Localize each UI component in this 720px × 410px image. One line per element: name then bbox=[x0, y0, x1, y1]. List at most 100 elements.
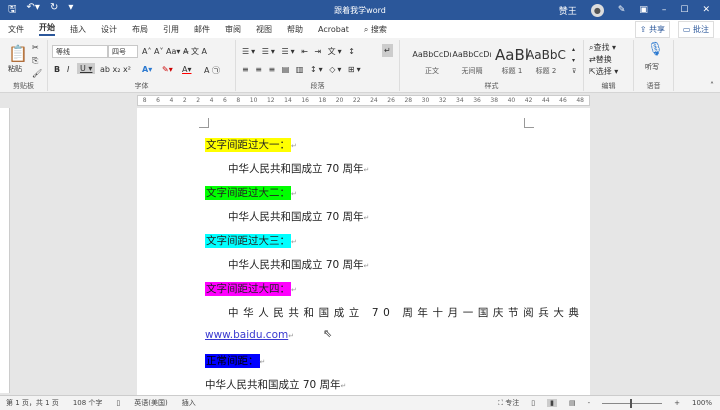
hyperlink[interactable]: www.baidu.com bbox=[205, 329, 288, 341]
highlight-icon[interactable]: ✎▾ bbox=[162, 65, 173, 74]
comment-label: 批注 bbox=[693, 25, 709, 34]
ribbon-tabs: 文件 开始 插入 设计 布局 引用 邮件 审阅 视图 帮助 Acrobat ⌕ … bbox=[0, 20, 720, 38]
char-shading-icon[interactable]: A ㉠ bbox=[204, 65, 220, 76]
doc-heading[interactable]: 文字间距过大三：↵ bbox=[205, 233, 297, 248]
doc-paragraph[interactable]: 中华人民共和国成立 70 周年↵ bbox=[228, 209, 369, 224]
maximize-button[interactable]: ☐ bbox=[680, 5, 688, 15]
tab-acrobat[interactable]: Acrobat bbox=[318, 25, 349, 34]
paste-button[interactable]: 粘贴 bbox=[8, 64, 22, 74]
microphone-icon[interactable]: 🎙 bbox=[647, 42, 664, 57]
doc-link-line[interactable]: www.baidu.com↵ bbox=[205, 329, 294, 341]
focus-button[interactable]: ⛶ 专注 bbox=[498, 398, 519, 408]
ribbon-display-icon[interactable]: ▣ bbox=[639, 5, 648, 15]
document-page[interactable]: 文字间距过大一：↵ 中华人民共和国成立 70 周年↵ 文字间距过大二：↵ 中华人… bbox=[137, 108, 590, 395]
comment-button[interactable]: ▭ 批注 bbox=[677, 21, 714, 38]
style-heading-2[interactable]: AaBbC 标题 2 bbox=[522, 44, 570, 76]
text-effects-icon[interactable]: A▾ bbox=[142, 65, 152, 74]
collapse-ribbon-icon[interactable]: ˄ bbox=[710, 81, 714, 90]
redo-icon[interactable]: ↻ bbox=[50, 2, 58, 19]
web-layout-icon[interactable]: ▤ bbox=[569, 399, 576, 407]
doc-heading[interactable]: 正常间距：↵ bbox=[205, 353, 265, 368]
user-name[interactable]: 赞王 bbox=[559, 4, 577, 17]
word-count[interactable]: 108 个字 bbox=[73, 398, 103, 408]
doc-paragraph[interactable]: 中华人民共和国成立 70 周年↵ bbox=[228, 161, 369, 176]
print-layout-icon[interactable]: ▮ bbox=[547, 399, 557, 407]
tab-file[interactable]: 文件 bbox=[8, 24, 24, 35]
paragraph-text: 中华人民共和国成立 70 周年十月一国庆节阅兵大典 bbox=[228, 307, 584, 319]
format-painter-icon[interactable]: 🖌 bbox=[32, 69, 42, 78]
voice-group: 🎙 听写 语音 bbox=[634, 40, 674, 91]
doc-paragraph[interactable]: 中华人民共和国成立 70 周年↵ bbox=[205, 377, 346, 392]
customize-icon[interactable]: ▾ bbox=[68, 2, 73, 19]
select-button[interactable]: ⇱选择 ▾ bbox=[589, 66, 618, 77]
proofing-icon[interactable]: ▯ bbox=[116, 399, 120, 407]
zoom-out-button[interactable]: - bbox=[588, 399, 591, 407]
zoom-in-button[interactable]: + bbox=[674, 399, 680, 407]
page-count[interactable]: 第 1 页，共 1 页 bbox=[6, 398, 59, 408]
tab-mailings[interactable]: 邮件 bbox=[194, 24, 210, 35]
bold-button[interactable]: B bbox=[54, 65, 60, 74]
show-marks-icon[interactable]: ↵ bbox=[382, 44, 393, 57]
highlighted-text: 文字间距过大四： bbox=[205, 282, 291, 296]
italic-button[interactable]: I bbox=[67, 65, 69, 74]
doc-heading[interactable]: 文字间距过大四：↵ bbox=[205, 281, 297, 296]
select-label: 选择 bbox=[595, 67, 612, 76]
paragraph-text: 中华人民共和国成立 70 周年 bbox=[228, 211, 364, 223]
voice-label: 语音 bbox=[646, 82, 661, 90]
read-mode-icon[interactable]: ▯ bbox=[531, 399, 535, 407]
pen-icon[interactable]: ✎ bbox=[618, 5, 626, 15]
underline-button[interactable]: U ▾ bbox=[77, 63, 96, 74]
find-label: 查找 bbox=[593, 43, 610, 52]
font-color-icon[interactable]: A▾ bbox=[182, 65, 192, 74]
tab-layout[interactable]: 布局 bbox=[132, 24, 148, 35]
zoom-level[interactable]: 100% bbox=[692, 399, 712, 407]
style-preview: AaBbC bbox=[526, 48, 566, 62]
tab-design[interactable]: 设计 bbox=[101, 24, 117, 35]
vertical-ruler[interactable] bbox=[0, 108, 10, 393]
paste-icon[interactable]: 📋 bbox=[8, 44, 28, 63]
styles-scroll[interactable]: ▴ ▾ ⊽ bbox=[572, 44, 576, 77]
replace-button[interactable]: ⇄替换 bbox=[589, 54, 612, 65]
doc-paragraph[interactable]: 中华人民共和国成立 70 周年十月一国庆节阅兵大典 bbox=[228, 305, 584, 320]
clipboard-label: 剪贴板 bbox=[13, 82, 34, 90]
styles-group: AaBbCcDı 正文 AaBbCcDı 无间隔 AaBl 标题 1 AaBbC 标题 … bbox=[400, 40, 584, 91]
tab-view[interactable]: 视图 bbox=[256, 24, 272, 35]
doc-paragraph[interactable]: 中华人民共和国成立 70 周年↵ bbox=[228, 257, 369, 272]
list-icons[interactable]: ☰▾ ☰▾ ☰▾ ⇤ ⇥ 文▾ ↕ bbox=[242, 46, 357, 57]
minimize-button[interactable]: – bbox=[662, 5, 667, 15]
share-button[interactable]: ⇪ 共享 bbox=[634, 21, 670, 38]
font-size-select[interactable]: 四号 bbox=[108, 45, 138, 58]
tab-review[interactable]: 审阅 bbox=[225, 24, 241, 35]
tab-home[interactable]: 开始 bbox=[39, 22, 55, 36]
insert-mode[interactable]: 插入 bbox=[182, 398, 196, 408]
search-label: 搜索 bbox=[370, 24, 387, 34]
search-box[interactable]: ⌕ 搜索 bbox=[364, 24, 387, 35]
clipboard-group: 📋 粘贴 ✂ ⎘ 🖌 剪贴板 bbox=[0, 40, 48, 91]
font-label: 字体 bbox=[134, 82, 149, 90]
grow-font-icon[interactable]: A˄ A˅ Aa▾ A̶ 文 A bbox=[142, 46, 207, 57]
language[interactable]: 英语(美国) bbox=[134, 398, 167, 408]
tab-insert[interactable]: 插入 bbox=[70, 24, 86, 35]
avatar[interactable]: ● bbox=[590, 3, 604, 17]
close-button[interactable]: ✕ bbox=[702, 5, 710, 15]
tab-references[interactable]: 引用 bbox=[163, 24, 179, 35]
replace-label: 替换 bbox=[595, 55, 612, 64]
undo-icon[interactable]: ↶▾ bbox=[27, 2, 40, 19]
dictate-button[interactable]: 听写 bbox=[645, 62, 659, 72]
paragraph-text: 中华人民共和国成立 70 周年 bbox=[205, 379, 341, 391]
font-name-select[interactable]: 等线 bbox=[52, 45, 108, 58]
mouse-cursor-icon: ⇖ bbox=[323, 327, 333, 340]
align-icons[interactable]: ≡ ≡ ≡ ▤ ▥ ↕▾ ◇▾ ⊞▾ bbox=[242, 65, 363, 74]
save-icon[interactable]: 🖫 bbox=[8, 2, 17, 19]
cut-icon[interactable]: ✂ bbox=[32, 43, 39, 52]
status-bar: 第 1 页，共 1 页 108 个字 ▯ 英语(美国) 插入 ⛶ 专注 ▯ ▮ … bbox=[0, 395, 720, 410]
doc-heading[interactable]: 文字间距过大一：↵ bbox=[205, 137, 297, 152]
tab-help[interactable]: 帮助 bbox=[287, 24, 303, 35]
zoom-slider[interactable] bbox=[602, 398, 663, 408]
strikethrough-button[interactable]: ab x₂ x² bbox=[100, 65, 131, 74]
find-button[interactable]: ⌕查找 ▾ bbox=[589, 42, 616, 53]
horizontal-ruler[interactable]: 8 6 4 2 2 4 6 8 10 12 14 16 18 20 22 24 26 28 30 32 34 36 38 40… bbox=[137, 95, 590, 106]
margin-mark bbox=[524, 118, 534, 128]
copy-icon[interactable]: ⎘ bbox=[32, 56, 38, 66]
doc-heading[interactable]: 文字间距过大二：↵ bbox=[205, 185, 297, 200]
